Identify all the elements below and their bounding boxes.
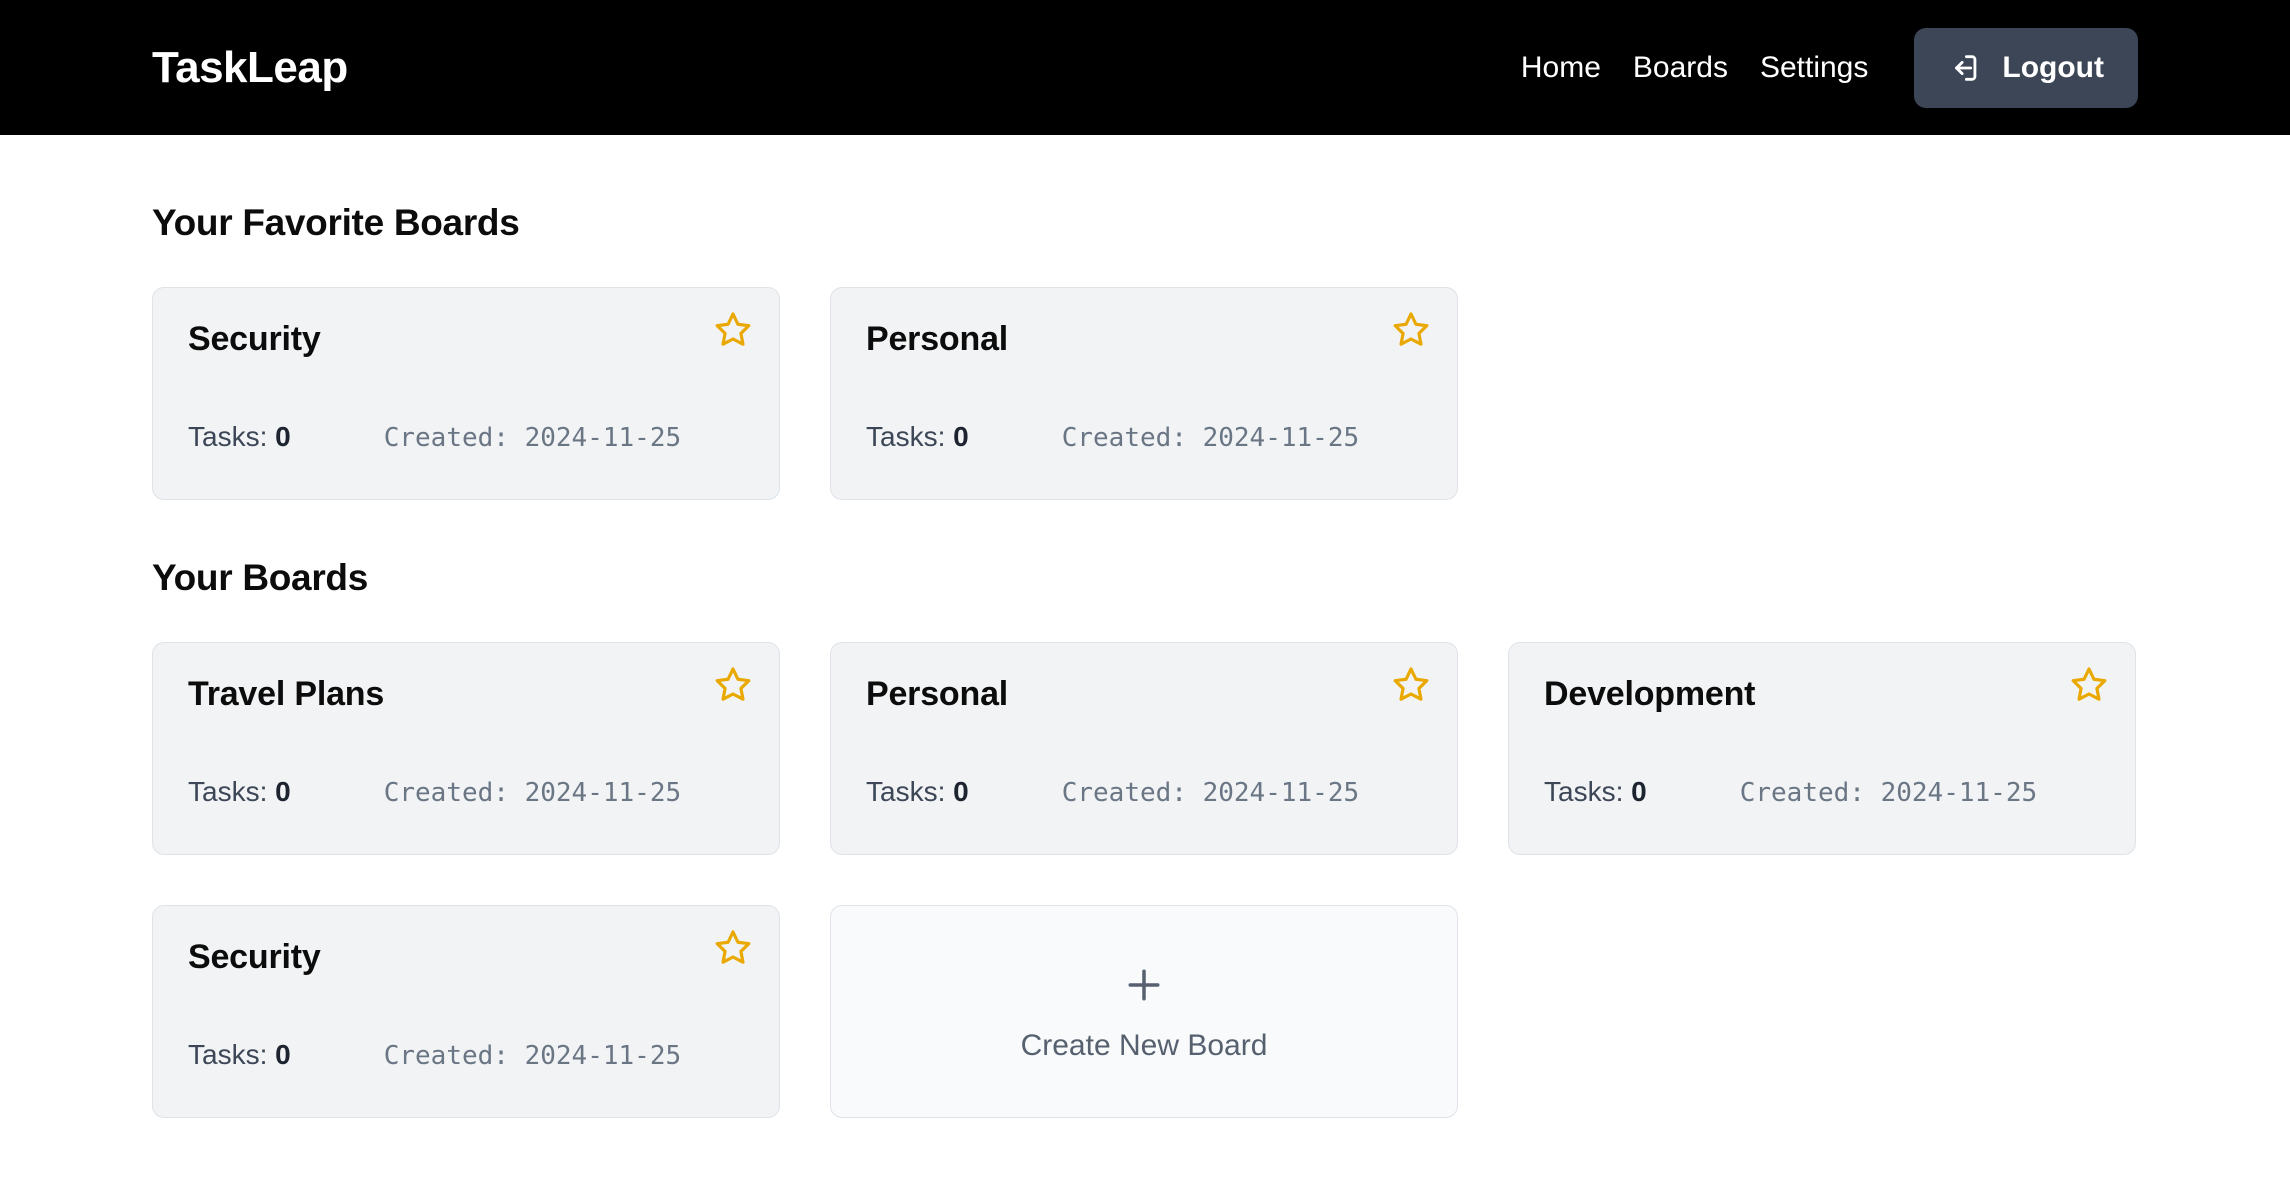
your-boards-grid: Travel Plans Tasks: 0 Created: 2024-11-2…	[152, 642, 2138, 1118]
card-footer: Tasks: 0 Created: 2024-11-25	[188, 1039, 744, 1117]
board-card[interactable]: Development Tasks: 0 Created: 2024-11-25	[1508, 642, 2136, 855]
top-navbar: TaskLeap Home Boards Settings Logout	[0, 0, 2290, 135]
created-date: Created: 2024-11-25	[383, 423, 682, 453]
favorites-section-title: Your Favorite Boards	[152, 202, 520, 243]
board-card[interactable]: Personal Tasks: 0 Created: 2024-11-25	[830, 642, 1458, 855]
created-date: Created: 2024-11-25	[1739, 778, 2038, 808]
board-title: Personal	[866, 320, 1009, 358]
favorite-star-icon[interactable]	[1392, 310, 1430, 348]
board-title: Travel Plans	[188, 675, 385, 713]
nav-link-settings[interactable]: Settings	[1744, 52, 1884, 83]
plus-icon	[1122, 963, 1166, 1007]
board-title: Security	[188, 938, 321, 976]
logout-label: Logout	[2002, 50, 2104, 84]
tasks-count: Tasks: 0	[188, 1039, 291, 1070]
card-footer: Tasks: 0 Created: 2024-11-25	[188, 421, 744, 499]
board-title: Development	[1544, 675, 1756, 713]
created-date: Created: 2024-11-25	[383, 1041, 682, 1071]
card-footer: Tasks: 0 Created: 2024-11-25	[188, 776, 744, 854]
created-date: Created: 2024-11-25	[383, 778, 682, 808]
favorite-star-icon[interactable]	[714, 665, 752, 703]
nav-link-boards[interactable]: Boards	[1617, 52, 1744, 83]
logout-icon	[1948, 51, 1982, 85]
board-card[interactable]: Security Tasks: 0 Created: 2024-11-25	[152, 905, 780, 1118]
card-footer: Tasks: 0 Created: 2024-11-25	[866, 776, 1422, 854]
board-card[interactable]: Travel Plans Tasks: 0 Created: 2024-11-2…	[152, 642, 780, 855]
board-title: Personal	[866, 675, 1009, 713]
nav-link-home[interactable]: Home	[1505, 52, 1617, 83]
tasks-count: Tasks: 0	[188, 776, 291, 807]
create-new-board-label: Create New Board	[1020, 1028, 1268, 1062]
favorite-star-icon[interactable]	[714, 928, 752, 966]
favorite-star-icon[interactable]	[2070, 665, 2108, 703]
favorite-star-icon[interactable]	[714, 310, 752, 348]
favorite-boards-grid: Security Tasks: 0 Created: 2024-11-25 Pe…	[152, 287, 2138, 500]
tasks-count: Tasks: 0	[1544, 776, 1647, 807]
board-title: Security	[188, 320, 321, 358]
created-date: Created: 2024-11-25	[1061, 423, 1360, 453]
primary-nav: Home Boards Settings Logout	[1505, 27, 2138, 108]
tasks-count: Tasks: 0	[866, 776, 969, 807]
card-footer: Tasks: 0 Created: 2024-11-25	[1544, 776, 2100, 854]
favorite-star-icon[interactable]	[1392, 665, 1430, 703]
logout-button[interactable]: Logout	[1914, 27, 2138, 108]
tasks-count: Tasks: 0	[188, 421, 291, 452]
create-new-board-card[interactable]: Create New Board	[830, 905, 1458, 1118]
boards-section-title: Your Boards	[152, 557, 368, 598]
board-card[interactable]: Security Tasks: 0 Created: 2024-11-25	[152, 287, 780, 500]
main-content: Your Favorite Boards Security Tasks: 0 C…	[0, 202, 2290, 1118]
card-footer: Tasks: 0 Created: 2024-11-25	[866, 421, 1422, 499]
app-logo[interactable]: TaskLeap	[152, 45, 348, 90]
tasks-count: Tasks: 0	[866, 421, 969, 452]
board-card[interactable]: Personal Tasks: 0 Created: 2024-11-25	[830, 287, 1458, 500]
created-date: Created: 2024-11-25	[1061, 778, 1360, 808]
